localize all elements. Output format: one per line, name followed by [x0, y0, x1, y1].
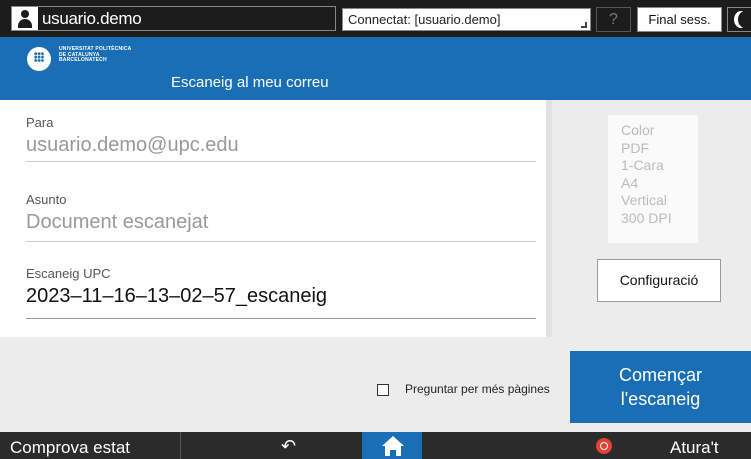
resize-grip-icon: [581, 22, 587, 28]
filename-value: 2023–11–16–13–02–57_escaneig: [26, 285, 328, 307]
back-arrow-icon: ↶: [281, 436, 297, 456]
configuration-button[interactable]: Configuració: [597, 259, 721, 302]
more-pages-label[interactable]: Preguntar per més pàgines: [405, 382, 550, 396]
logout-button[interactable]: Final sess.: [637, 7, 722, 32]
connection-status-text: Connectat: [usuario.demo]: [348, 12, 501, 27]
setting-resolution: 300 DPI: [621, 209, 672, 226]
upc-seal-icon: [27, 47, 51, 71]
stop-button[interactable]: Atura't: [570, 432, 751, 459]
footer-bar: Comprova estat ↶ Atura't: [0, 432, 751, 459]
setting-file-format: PDF: [621, 139, 649, 156]
logo-line: BARCELONATECH: [59, 57, 107, 63]
start-scan-label-line2: l'escaneig: [620, 389, 701, 409]
home-icon-door: [390, 450, 396, 456]
check-status-button[interactable]: Comprova estat: [0, 432, 181, 459]
moon-icon: [738, 11, 751, 28]
to-label: Para: [26, 115, 54, 130]
page-title: Escaneig al meu correu: [171, 74, 329, 91]
subject-placeholder: Document escanejat: [26, 211, 209, 233]
help-button[interactable]: ?: [596, 7, 631, 32]
back-button[interactable]: ↶: [281, 436, 311, 456]
subject-field[interactable]: Asunto Document escanejat: [26, 192, 536, 242]
connection-status[interactable]: Connectat: [usuario.demo]: [342, 8, 591, 31]
setting-color-mode: Color: [621, 122, 655, 138]
settings-summary: Color PDF 1-Cara A4 Vertical 300 DPI: [608, 115, 698, 243]
home-icon: [382, 436, 404, 446]
home-button[interactable]: [362, 432, 422, 459]
stop-icon: [596, 438, 612, 454]
setting-orientation: Vertical: [621, 192, 667, 208]
subject-label: Asunto: [26, 192, 67, 207]
start-scan-button[interactable]: Començar l'escaneig: [570, 351, 751, 423]
setting-sides: 1-Cara: [621, 157, 664, 173]
setting-paper-size: A4: [621, 174, 639, 191]
to-field[interactable]: Para usuario.demo@upc.edu: [26, 115, 536, 162]
user-icon: [12, 7, 38, 30]
stop-label: Atura't: [670, 438, 719, 457]
more-pages-checkbox[interactable]: [377, 384, 389, 396]
upc-logo: UNIVERSITAT POLITÈCNICA DE CATALUNYA BAR…: [27, 46, 131, 71]
top-bar: usuario.demo Connectat: [usuario.demo] ?…: [0, 0, 751, 37]
user-account-button[interactable]: usuario.demo: [11, 6, 336, 31]
user-name: usuario.demo: [42, 8, 142, 28]
app-header: UNIVERSITAT POLITÈCNICA DE CATALUNYA BAR…: [0, 37, 751, 100]
filename-label: Escaneig UPC: [26, 266, 111, 281]
start-scan-label-line1: Començar: [618, 365, 703, 385]
logo-text: UNIVERSITAT POLITÈCNICA DE CATALUNYA BAR…: [59, 46, 131, 64]
night-mode-button[interactable]: [727, 7, 751, 32]
filename-field[interactable]: Escaneig UPC 2023–11–16–13–02–57_escanei…: [26, 266, 536, 319]
to-value: usuario.demo@upc.edu: [26, 134, 239, 156]
